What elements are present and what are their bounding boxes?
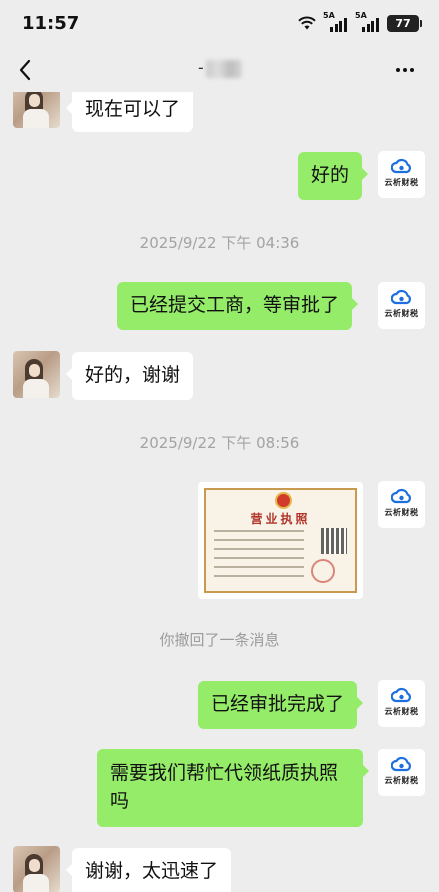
signal-icon: 5A [323, 11, 349, 32]
official-stamp-icon [311, 559, 335, 583]
chat-message-list[interactable]: 现在可以了 好的 云析财税 2025/9/22 下午 04:36 已经提交工商，… [0, 92, 439, 892]
brand-text: 云析财税 [384, 508, 419, 517]
message-text: 已经提交工商，等审批了 [130, 294, 340, 316]
signal-icon: 5A [355, 11, 381, 32]
chat-title-blur [206, 60, 242, 78]
message-text: 已经审批完成了 [211, 693, 345, 715]
business-license-image[interactable]: 营业执照 [198, 482, 363, 599]
message-bubble-incoming[interactable]: 现在可以了 [65, 92, 194, 132]
message-timestamp: 2025/9/22 下午 04:36 [139, 234, 300, 252]
brand-text: 云析财税 [384, 178, 419, 187]
license-document: 营业执照 [204, 488, 357, 593]
license-title: 营业执照 [250, 512, 311, 526]
license-text-lines [214, 530, 304, 584]
national-emblem-icon [275, 492, 292, 509]
message-bubble-outgoing[interactable]: 已经审批完成了 [198, 681, 364, 729]
nav-bar: - [0, 48, 439, 92]
message-text: 现在可以了 [85, 98, 181, 120]
self-avatar[interactable]: 云析财税 [378, 680, 425, 727]
contact-avatar[interactable] [13, 846, 60, 892]
status-bar: 11:57 5A 5A 77 [0, 0, 439, 48]
battery-level: 77 [395, 16, 411, 30]
message-text: 谢谢，太迅速了 [85, 860, 219, 882]
message-bubble-incoming[interactable]: 谢谢，太迅速了 [65, 848, 232, 892]
cloud-icon [391, 756, 411, 772]
contact-avatar[interactable] [13, 351, 60, 398]
self-avatar[interactable]: 云析财税 [378, 151, 425, 198]
cloud-icon [391, 488, 411, 504]
self-avatar[interactable]: 云析财税 [378, 749, 425, 796]
cloud-icon [391, 158, 411, 174]
cloud-icon [391, 289, 411, 305]
more-dot-icon [396, 68, 400, 72]
back-button[interactable] [12, 56, 40, 84]
contact-avatar[interactable] [13, 92, 60, 128]
self-avatar[interactable]: 云析财税 [378, 481, 425, 528]
message-timestamp: 2025/9/22 下午 08:56 [139, 434, 300, 452]
message-bubble-outgoing[interactable]: 已经提交工商，等审批了 [117, 282, 359, 330]
qr-code-icon [321, 528, 347, 554]
brand-text: 云析财税 [384, 309, 419, 318]
recalled-message-notice: 你撤回了一条消息 [159, 631, 280, 649]
more-dot-icon [403, 68, 407, 72]
cloud-icon [391, 687, 411, 703]
message-text: 好的 [311, 164, 350, 186]
message-text: 好的，谢谢 [85, 364, 181, 386]
battery-icon: 77 [387, 14, 422, 32]
chevron-left-icon [19, 59, 31, 81]
message-text-line: 需要我们帮忙代领纸质执照 [110, 762, 339, 784]
chat-title: - [198, 58, 244, 80]
message-text-line: 吗 [110, 790, 130, 812]
wifi-icon [298, 16, 316, 30]
brand-text: 云析财税 [384, 776, 419, 785]
more-dot-icon [410, 68, 414, 72]
status-time: 11:57 [22, 13, 80, 34]
message-bubble-outgoing[interactable]: 需要我们帮忙代领纸质执照 吗 [97, 749, 369, 827]
chat-title-text: - [198, 58, 204, 77]
message-bubble-outgoing[interactable]: 好的 [298, 152, 369, 200]
status-icons: 5A 5A 77 [297, 11, 422, 32]
self-avatar[interactable]: 云析财税 [378, 282, 425, 329]
message-bubble-incoming[interactable]: 好的，谢谢 [65, 352, 194, 400]
brand-text: 云析财税 [384, 707, 419, 716]
more-options-button[interactable] [390, 56, 420, 84]
